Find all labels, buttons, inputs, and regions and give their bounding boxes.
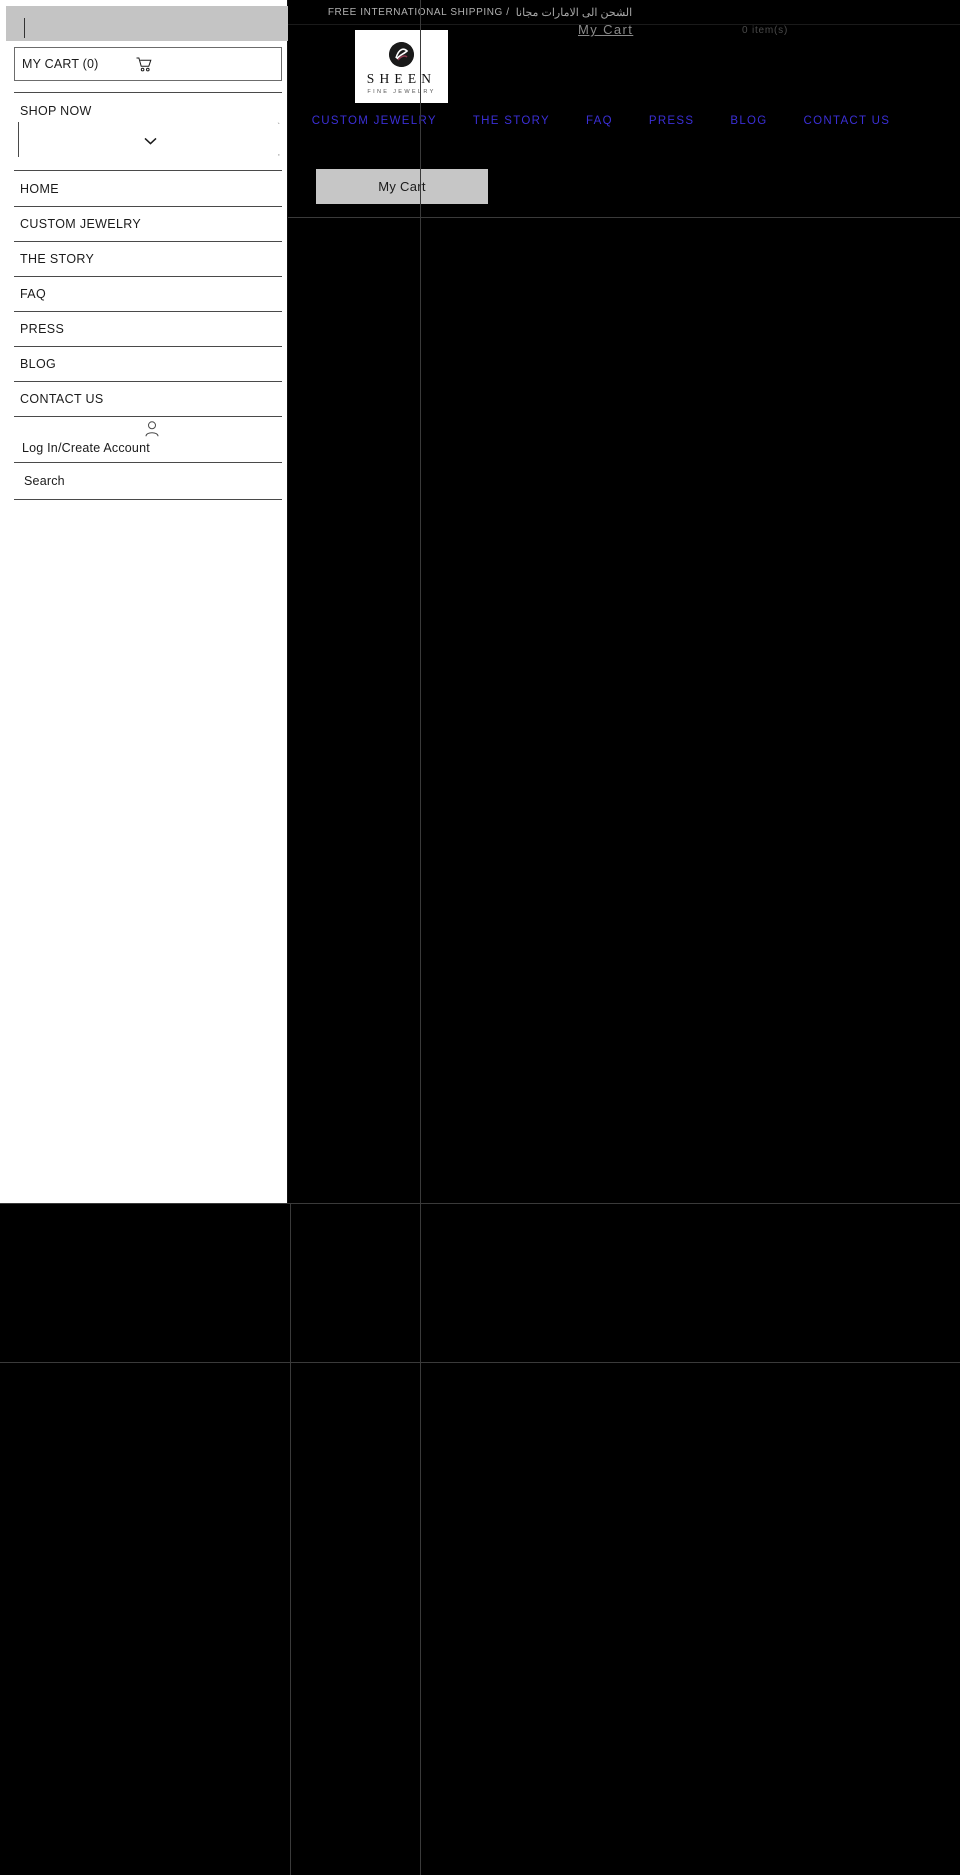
bg-nav-item-the-story[interactable]: THE STORY [473,115,550,127]
sidebar-item-search[interactable]: Search [14,462,282,499]
logo-wordmark: SHEEN [366,70,437,86]
announcement-text-english: FREE INTERNATIONAL SHIPPING / [327,6,510,18]
announcement-text-arabic: الشحن الى الامارات مجانا [515,6,633,19]
sidebar-item-contact-us[interactable]: CONTACT US [14,381,282,416]
header-cart-count: 0 item(s) [742,25,789,36]
bg-nav-item-press[interactable]: PRESS [649,115,695,127]
user-account-icon [145,421,159,442]
chevron-down-icon [144,132,157,150]
search-input[interactable] [6,6,288,41]
sidebar-item-home[interactable]: HOME [14,171,282,206]
select-corner-top: ` [277,122,280,131]
shop-now-select[interactable]: ` , [14,120,282,159]
page-title: My Cart [316,169,488,204]
divider [14,92,282,93]
logo-tagline: FINE JEWELRY [367,89,436,96]
shopping-cart-icon [136,57,153,75]
select-corner-bottom: , [277,148,280,157]
sidebar-item-press[interactable]: PRESS [14,311,282,346]
select-left-edge [18,122,19,157]
header-cart-link[interactable]: My Cart [578,22,633,37]
sidebar-item-custom-jewelry[interactable]: CUSTOM JEWELRY [14,206,282,241]
bg-nav-item-faq[interactable]: FAQ [586,115,613,127]
my-cart-label: MY CART (0) [22,57,99,71]
content-divider-vertical [420,0,421,1875]
sidebar-item-faq[interactable]: FAQ [14,276,282,311]
bg-nav-item-contact-us[interactable]: CONTACT US [804,115,891,127]
account-link[interactable]: Log In/Create Account [14,416,282,462]
sidebar-item-the-story[interactable]: THE STORY [14,241,282,276]
search-field-wrapper[interactable] [6,6,288,41]
bg-nav-item-custom-jewelry[interactable]: CUSTOM JEWELRY [312,115,437,127]
content-divider-lower [0,1362,960,1363]
content-divider-vertical-lower [290,1203,291,1875]
divider [14,499,282,500]
slide-out-menu-panel: MY CART (0) SHOP NOW ` , HOME CUSTOM JEW… [0,0,288,1203]
my-cart-button[interactable]: MY CART (0) [14,47,282,81]
sheen-monogram-icon [389,41,414,67]
sidebar-item-blog[interactable]: BLOG [14,346,282,381]
shop-now-label: SHOP NOW [20,104,92,118]
site-logo[interactable]: SHEEN FINE JEWELRY [355,30,448,103]
text-cursor [24,18,25,38]
bg-nav-item-blog[interactable]: BLOG [730,115,767,127]
content-divider-middle [0,1203,960,1204]
menu-panel-content: MY CART (0) SHOP NOW ` , HOME CUSTOM JEW… [14,47,282,500]
account-link-label: Log In/Create Account [22,441,150,455]
